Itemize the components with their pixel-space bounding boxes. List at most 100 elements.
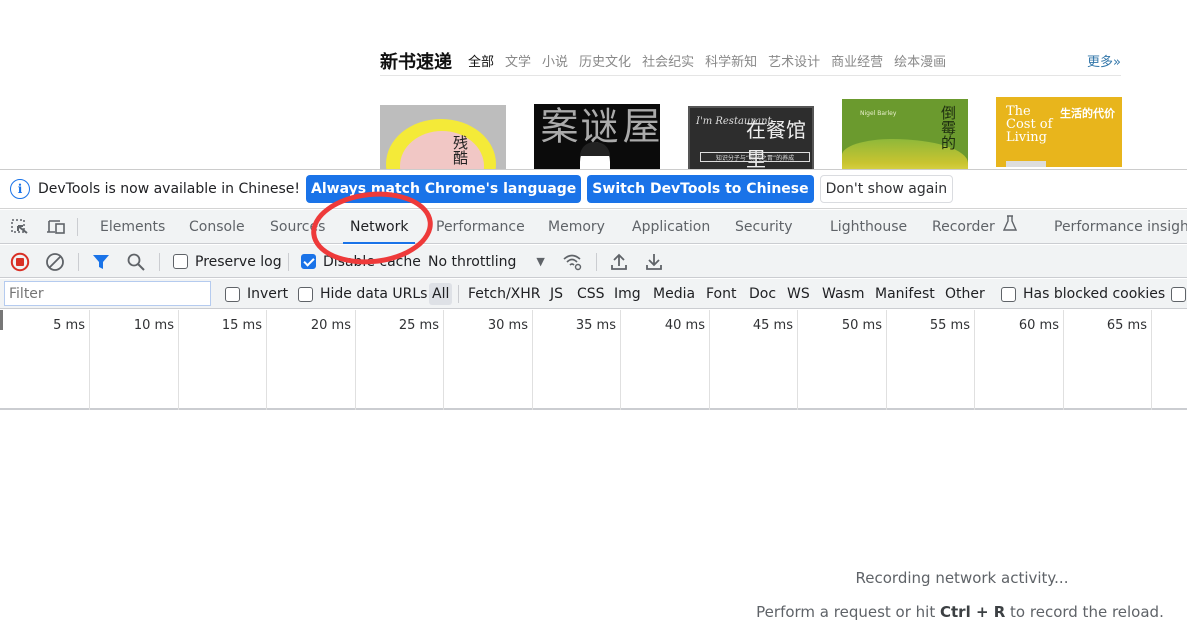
type-filter-manifest[interactable]: Manifest	[872, 283, 938, 305]
reload-hint: Perform a request or hit Ctrl + R to rec…	[756, 603, 1164, 621]
timeline-tick-label: 65 ms	[1106, 318, 1147, 333]
tab-recorder[interactable]: Recorder	[932, 210, 1018, 244]
timeline-tick-label: 25 ms	[398, 318, 439, 333]
language-infobar: i DevTools is now available in Chinese! …	[0, 170, 1187, 209]
book-cover[interactable]: Nigel Barley 倒霉的	[842, 99, 968, 169]
type-filter-media[interactable]: Media	[650, 283, 698, 305]
book-cover-band: 知识分子与“现代之胃”的养成	[700, 152, 810, 162]
web-page: 新书速递 全部 文学 小说 历史文化 社会纪实 科学新知 艺术设计 商业经营 绘…	[0, 0, 1187, 170]
category-literature[interactable]: 文学	[505, 51, 531, 70]
timeline-tick-label: 5 ms	[53, 318, 85, 333]
type-filter-font[interactable]: Font	[703, 283, 739, 305]
book-cover-author: Nigel Barley	[860, 110, 897, 117]
tab-performance-insights[interactable]: Performance insights	[1054, 210, 1187, 244]
timeline-drag-handle[interactable]	[0, 310, 3, 330]
blocked-requests-checkbox[interactable]	[1171, 279, 1187, 309]
throttling-value: No throttling	[428, 253, 517, 270]
import-har-button[interactable]	[610, 245, 628, 278]
category-history[interactable]: 历史文化	[579, 51, 631, 70]
filter-toggle-button[interactable]	[92, 245, 110, 278]
checkbox[interactable]	[173, 254, 188, 269]
switch-to-chinese-button[interactable]: Switch DevTools to Chinese	[587, 175, 814, 203]
category-comics[interactable]: 绘本漫画	[894, 51, 946, 70]
export-har-button[interactable]	[645, 245, 663, 278]
filter-input[interactable]	[4, 281, 211, 306]
timeline-gridline	[886, 310, 887, 410]
checkbox[interactable]	[225, 286, 240, 302]
timeline-gridline	[355, 310, 356, 410]
timeline-gridline	[974, 310, 975, 410]
network-toolbar: Preserve log Disable cache No throttling…	[0, 245, 1187, 278]
network-conditions-button[interactable]	[562, 245, 584, 278]
devtools-tab-bar: Elements Console Sources Network Perform…	[0, 210, 1187, 244]
dont-show-again-button[interactable]: Don't show again	[819, 175, 954, 203]
timeline-tick-label: 10 ms	[133, 318, 174, 333]
record-stop-icon	[10, 252, 30, 271]
checkbox[interactable]	[1001, 286, 1016, 302]
clear-icon	[46, 252, 64, 271]
tab-lighthouse[interactable]: Lighthouse	[830, 210, 907, 244]
hide-data-urls-checkbox[interactable]: Hide data URLs	[298, 279, 427, 309]
new-books-header: 新书速递 全部 文学 小说 历史文化 社会纪实 科学新知 艺术设计 商业经营 绘…	[380, 46, 1121, 76]
tab-sources[interactable]: Sources	[270, 210, 325, 244]
checkbox[interactable]	[301, 254, 316, 269]
timeline-tick-label: 30 ms	[487, 318, 528, 333]
clear-button[interactable]	[45, 245, 65, 278]
checkbox[interactable]	[298, 286, 313, 302]
category-art[interactable]: 艺术设计	[768, 51, 820, 70]
stop-recording-button[interactable]	[10, 245, 30, 278]
flask-icon	[1003, 210, 1018, 244]
tab-performance[interactable]: Performance	[436, 210, 525, 244]
type-filter-all[interactable]: All	[429, 283, 453, 305]
type-filter-other[interactable]: Other	[942, 283, 988, 305]
category-all[interactable]: 全部	[468, 51, 494, 70]
timeline-tick-label: 60 ms	[1018, 318, 1059, 333]
reload-shortcut: Ctrl + R	[940, 603, 1006, 621]
tab-network[interactable]: Network	[342, 210, 416, 244]
timeline-tick-label: 20 ms	[310, 318, 351, 333]
checkbox[interactable]	[1171, 286, 1186, 302]
book-cover[interactable]: 残酷	[380, 105, 506, 170]
timeline-gridline	[709, 310, 710, 410]
disable-cache-checkbox[interactable]: Disable cache	[301, 245, 421, 278]
book-cover-title: 生活的代价	[1060, 107, 1115, 120]
timeline-gridline	[797, 310, 798, 410]
book-cover[interactable]: I'm Restaurant 在餐馆里 知识分子与“现代之胃”的养成	[688, 106, 814, 170]
type-filter-wasm[interactable]: Wasm	[819, 283, 867, 305]
category-business[interactable]: 商业经营	[831, 51, 883, 70]
type-filter-fetch-xhr[interactable]: Fetch/XHR	[465, 283, 544, 305]
category-science[interactable]: 科学新知	[705, 51, 757, 70]
throttling-select[interactable]: No throttling ▼	[428, 245, 545, 278]
more-link[interactable]: 更多»	[1087, 51, 1121, 70]
type-filter-js[interactable]: JS	[547, 283, 566, 305]
book-cover[interactable]: The Cost of Living 生活的代价	[996, 97, 1122, 167]
recording-message: Recording network activity...	[855, 569, 1069, 587]
tab-memory[interactable]: Memory	[548, 210, 605, 244]
chevron-down-icon: ▼	[536, 255, 545, 268]
book-cover-title: 残酷	[451, 135, 469, 165]
type-filter-ws[interactable]: WS	[784, 283, 813, 305]
timeline-gridline	[620, 310, 621, 410]
device-toolbar-icon[interactable]	[46, 219, 65, 235]
book-cover[interactable]: 谜案 怪屋	[534, 104, 660, 170]
tab-elements[interactable]: Elements	[100, 210, 165, 244]
inspect-element-icon[interactable]	[11, 219, 29, 235]
tab-console[interactable]: Console	[189, 210, 245, 244]
search-button[interactable]	[126, 245, 146, 278]
book-cover-title: 怪屋	[616, 106, 660, 144]
category-society[interactable]: 社会纪实	[642, 51, 694, 70]
wifi-settings-icon	[563, 254, 582, 270]
type-filter-doc[interactable]: Doc	[746, 283, 779, 305]
tab-security[interactable]: Security	[735, 210, 793, 244]
network-overview-timeline[interactable]: 5 ms 10 ms 15 ms 20 ms 25 ms 30 ms 35 ms 40 ms 4…	[0, 310, 1187, 410]
has-blocked-cookies-checkbox[interactable]: Has blocked cookies	[1001, 279, 1165, 309]
type-filter-img[interactable]: Img	[611, 283, 644, 305]
section-title: 新书速递	[380, 52, 452, 73]
timeline-tick-label: 50 ms	[841, 318, 882, 333]
tab-application[interactable]: Application	[632, 210, 710, 244]
type-filter-css[interactable]: CSS	[574, 283, 608, 305]
always-match-language-button[interactable]: Always match Chrome's language	[306, 175, 582, 203]
preserve-log-checkbox[interactable]: Preserve log	[173, 245, 282, 278]
category-fiction[interactable]: 小说	[542, 51, 568, 70]
invert-checkbox[interactable]: Invert	[225, 279, 288, 309]
